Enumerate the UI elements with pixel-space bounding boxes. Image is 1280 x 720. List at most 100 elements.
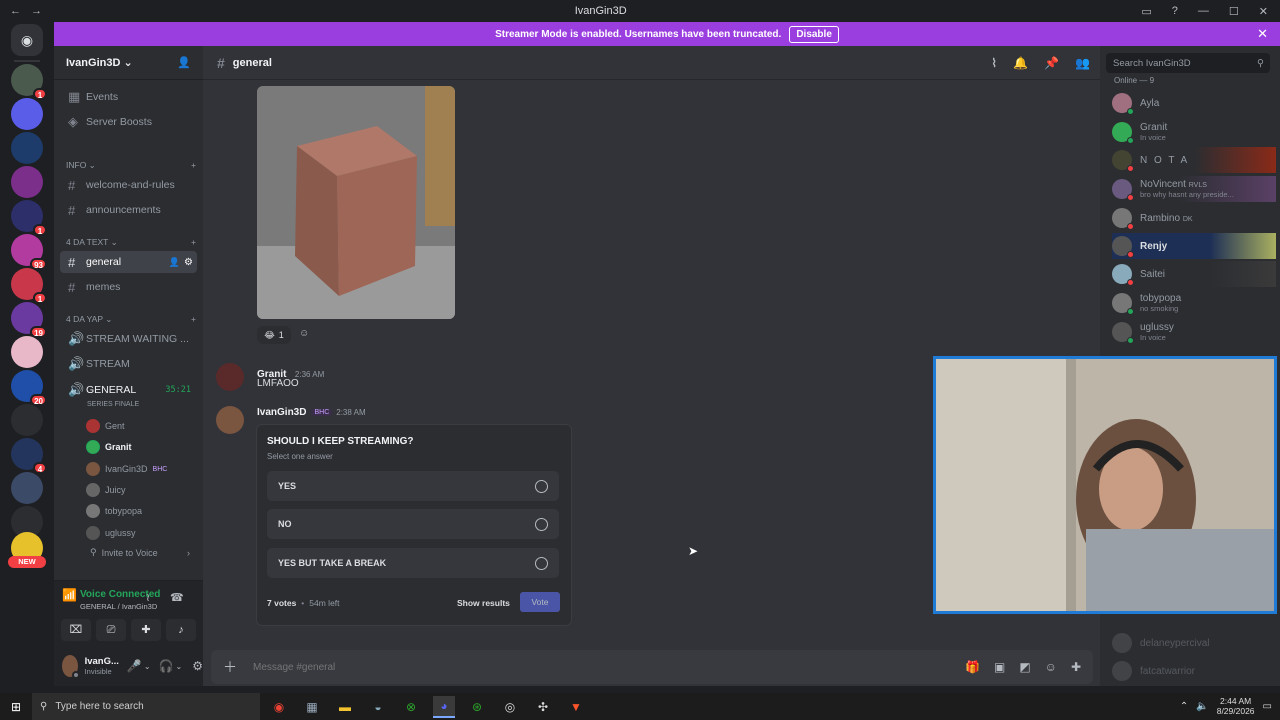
- poll-option[interactable]: NO: [267, 509, 559, 539]
- server-icon[interactable]: [11, 404, 43, 436]
- gear-icon[interactable]: ⚙: [192, 659, 203, 673]
- minimize-button[interactable]: —: [1198, 5, 1209, 17]
- add-member-icon[interactable]: 👤: [177, 56, 191, 69]
- server-icon[interactable]: [11, 98, 43, 130]
- server-icon[interactable]: 1: [11, 268, 47, 304]
- server-icon[interactable]: 1: [11, 64, 47, 100]
- server-icon[interactable]: 19: [11, 302, 47, 338]
- help-icon[interactable]: ?: [1172, 5, 1178, 17]
- xbox-icon[interactable]: ⊗: [400, 696, 422, 718]
- poll-option[interactable]: YES: [267, 471, 559, 501]
- channel-general[interactable]: # general 👤 ⚙: [60, 251, 197, 273]
- add-attachment-icon[interactable]: ＋: [223, 657, 237, 677]
- add-channel-icon[interactable]: +: [191, 237, 196, 248]
- show-results-button[interactable]: Show results: [457, 598, 510, 608]
- voice-user[interactable]: Juicy: [86, 483, 126, 497]
- message-author[interactable]: IvanGin3D: [257, 407, 306, 418]
- server-icon[interactable]: 1: [11, 200, 47, 236]
- server-icon[interactable]: [11, 132, 43, 164]
- voice-user[interactable]: uglussy: [86, 526, 136, 540]
- camera-off-button[interactable]: ⌧: [61, 619, 91, 641]
- windows-start-icon[interactable]: ⊞: [0, 696, 32, 718]
- channel-memes[interactable]: # memes: [60, 276, 197, 298]
- category-info[interactable]: INFO ⌄ +: [66, 160, 196, 171]
- invite-icon[interactable]: 👤: [169, 257, 180, 268]
- show-hidden-icons[interactable]: ⌃: [1180, 701, 1188, 712]
- channel-welcome-and-rules[interactable]: # welcome-and-rules: [60, 174, 197, 196]
- maximize-button[interactable]: ☐: [1229, 5, 1239, 18]
- member-item[interactable]: tobypopa no smoking: [1112, 290, 1276, 316]
- member-item[interactable]: Renjy: [1112, 233, 1276, 259]
- app-icon[interactable]: ✣: [532, 696, 554, 718]
- server-icon[interactable]: 20: [11, 370, 47, 406]
- direct-messages-icon[interactable]: ◉: [11, 24, 43, 56]
- sticker-icon[interactable]: ◩: [1019, 660, 1030, 674]
- brave-icon[interactable]: ▼: [565, 696, 587, 718]
- member-item[interactable]: delaneypercival: [1112, 630, 1276, 656]
- server-icon[interactable]: [11, 166, 43, 198]
- member-item[interactable]: uglussy In voice: [1112, 319, 1276, 345]
- pin-icon[interactable]: 📌: [1044, 56, 1059, 70]
- add-reaction-icon[interactable]: ☺: [299, 328, 309, 339]
- poll-option[interactable]: YES BUT TAKE A BREAK: [267, 548, 559, 578]
- emoji-icon[interactable]: ☺: [1045, 660, 1057, 674]
- channel-server-boosts[interactable]: ◈ Server Boosts: [60, 111, 197, 133]
- chrome-icon[interactable]: ◉: [268, 696, 290, 718]
- chevron-down-icon[interactable]: ⌄: [144, 662, 151, 671]
- channel-announcements[interactable]: # announcements: [60, 199, 197, 221]
- channel-general-voice[interactable]: 🔊 GENERAL 35:21: [60, 379, 197, 401]
- server-icon[interactable]: [11, 472, 43, 504]
- member-item[interactable]: fatcatwarrior: [1112, 658, 1276, 684]
- chevron-down-icon[interactable]: ⌄: [176, 662, 183, 671]
- app-icon[interactable]: ◒: [367, 696, 389, 718]
- obs-icon[interactable]: ◎: [499, 696, 521, 718]
- taskbar-search[interactable]: ⚲ Type here to search: [32, 693, 260, 720]
- message-input[interactable]: [253, 661, 966, 673]
- forward-icon[interactable]: →: [31, 5, 42, 17]
- radio-button[interactable]: [535, 517, 548, 531]
- member-item[interactable]: Saitei: [1112, 261, 1276, 287]
- back-icon[interactable]: ←: [10, 5, 21, 17]
- disable-button[interactable]: Disable: [789, 25, 839, 43]
- category-text[interactable]: 4 DA TEXT ⌄ +: [66, 237, 196, 248]
- server-icon[interactable]: 93: [11, 234, 47, 270]
- notifications-icon[interactable]: ▭: [1263, 701, 1272, 712]
- activities-button[interactable]: ✚: [131, 619, 161, 641]
- inbox-icon[interactable]: ▭: [1141, 5, 1151, 18]
- search-input[interactable]: Search IvanGin3D ⚲: [1106, 53, 1270, 73]
- bell-icon[interactable]: 🔔: [1013, 56, 1028, 70]
- apps-icon[interactable]: ✚: [1071, 660, 1081, 674]
- radio-button[interactable]: [535, 479, 548, 493]
- add-channel-icon[interactable]: +: [191, 160, 196, 171]
- volume-icon[interactable]: 🔈: [1196, 701, 1208, 712]
- voice-user[interactable]: Granit: [86, 440, 132, 454]
- reaction[interactable]: 😂 1: [257, 326, 291, 344]
- avatar[interactable]: [216, 363, 244, 391]
- member-item[interactable]: N O T A: [1112, 147, 1276, 173]
- threads-icon[interactable]: ⌇: [991, 56, 997, 70]
- file-explorer-icon[interactable]: ▬: [334, 696, 356, 718]
- headphones-icon[interactable]: 🎧: [159, 659, 174, 673]
- server-icon[interactable]: 4: [11, 438, 47, 474]
- avatar[interactable]: [62, 655, 80, 679]
- close-window-button[interactable]: ✕: [1259, 5, 1268, 18]
- channel-events[interactable]: ▦ Events: [60, 86, 197, 108]
- avatar[interactable]: [216, 406, 244, 434]
- vote-button[interactable]: Vote: [520, 592, 560, 612]
- disconnect-icon[interactable]: ☎: [170, 591, 184, 604]
- image-attachment[interactable]: [257, 86, 455, 319]
- server-icon[interactable]: [11, 336, 43, 368]
- member-item[interactable]: Ayla: [1112, 90, 1276, 116]
- discord-icon[interactable]: ◕: [433, 695, 455, 718]
- member-item[interactable]: Granit In voice: [1112, 119, 1276, 145]
- category-yap[interactable]: 4 DA YAP ⌄ +: [66, 314, 196, 325]
- close-icon[interactable]: ✕: [1257, 26, 1268, 42]
- radio-button[interactable]: [535, 556, 548, 570]
- microphone-icon[interactable]: 🎤: [127, 659, 142, 673]
- gif-icon[interactable]: ▣: [994, 660, 1005, 674]
- screen-share-button[interactable]: ⎚: [96, 619, 126, 641]
- gift-icon[interactable]: 🎁: [965, 660, 980, 674]
- noise-suppression-icon[interactable]: ≀: [146, 591, 150, 604]
- channel-stream-waiting[interactable]: 🔊 STREAM WAITING ...: [60, 328, 197, 350]
- xbox-app-icon[interactable]: ⊛: [466, 696, 488, 718]
